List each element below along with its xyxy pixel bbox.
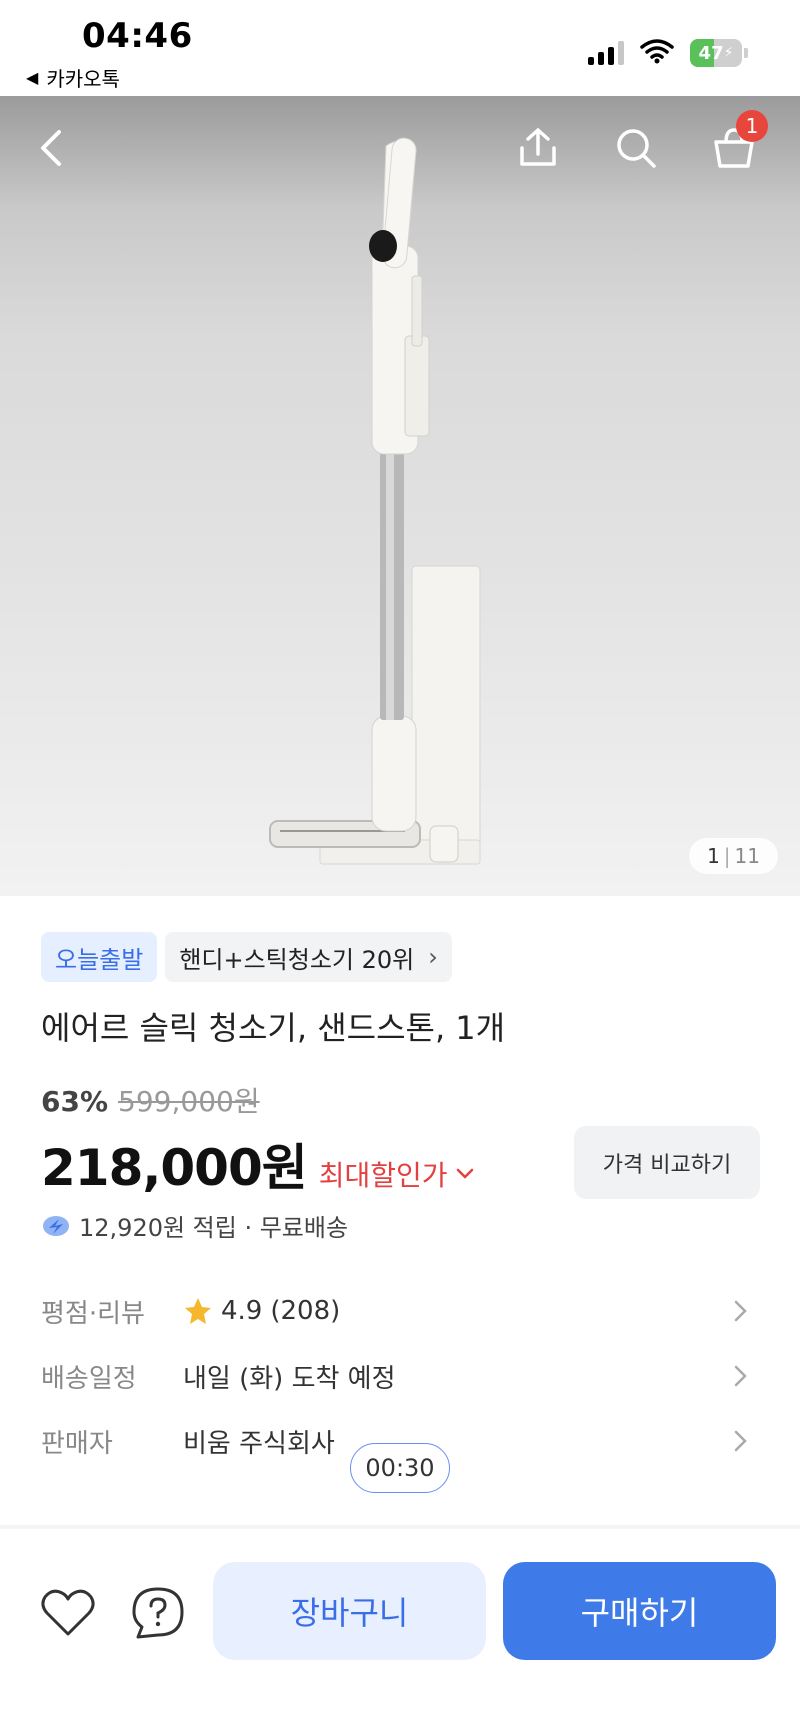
- share-button[interactable]: [510, 120, 566, 176]
- shipping-label: 배송일정: [41, 1363, 137, 1394]
- chevron-right-icon: ›: [428, 943, 438, 971]
- search-button[interactable]: [608, 120, 664, 176]
- question-bubble-icon: [132, 1587, 184, 1639]
- category-rank-label: 핸디+스틱청소기 20위: [179, 945, 415, 974]
- price-row: 218,000원 최대할인가: [41, 1128, 474, 1200]
- inquiry-button[interactable]: [130, 1585, 186, 1641]
- rating-review-row[interactable]: 평점·리뷰 4.9 (208): [41, 1286, 761, 1336]
- image-index: 1: [707, 844, 720, 868]
- product-image-carousel[interactable]: 1 1 | 11: [0, 96, 800, 896]
- price-compare-button[interactable]: 가격 비교하기: [574, 1126, 760, 1199]
- cellular-signal-icon: [588, 41, 624, 65]
- discount-percent: 63%: [41, 1085, 109, 1118]
- heart-icon: [41, 1589, 95, 1636]
- chevron-down-icon: [456, 1168, 473, 1179]
- back-button[interactable]: [24, 120, 80, 176]
- chevron-left-icon: [41, 130, 61, 166]
- image-total: 11: [734, 844, 760, 868]
- chevron-right-icon: [734, 1365, 747, 1387]
- back-app-label: 카카오톡: [46, 67, 120, 91]
- search-icon: [617, 129, 656, 168]
- add-to-cart-button[interactable]: 장바구니: [213, 1562, 486, 1660]
- countdown-timer: 00:30: [350, 1443, 450, 1493]
- image-counter: 1 | 11: [689, 838, 778, 874]
- product-image: [269, 137, 481, 865]
- original-price: 599,000원: [118, 1085, 260, 1118]
- cart-count-badge: 1: [736, 110, 768, 142]
- shipping-value: 내일 (화) 도착 예정: [183, 1363, 396, 1394]
- seller-value: 비움 주식회사: [183, 1428, 335, 1459]
- battery-icon: 47 ⚡: [690, 39, 748, 67]
- wifi-icon: [640, 38, 674, 68]
- points-row: 12,920원 적립 · 무료배송: [41, 1208, 348, 1243]
- shipping-schedule-row[interactable]: 배송일정 내일 (화) 도착 예정: [41, 1351, 761, 1401]
- rating-value: 4.9: [221, 1296, 263, 1326]
- category-rank-tag[interactable]: 핸디+스틱청소기 20위 ›: [165, 932, 452, 982]
- status-time: 04:46: [82, 16, 193, 56]
- buy-now-button[interactable]: 구매하기: [503, 1562, 776, 1660]
- divider: [0, 1525, 800, 1529]
- chevron-right-icon: [734, 1300, 747, 1322]
- star-icon: [185, 1298, 211, 1324]
- sale-price: 218,000원: [41, 1139, 308, 1197]
- max-discount-label: 최대할인가: [318, 1159, 448, 1192]
- discount-row: 63% 599,000원: [41, 1080, 260, 1120]
- points-text: 12,920원 적립 · 무료배송: [79, 1214, 349, 1242]
- status-bar: 04:46 ◀ 카카오톡 47 ⚡: [0, 0, 800, 96]
- product-tags: 오늘출발 핸디+스틱청소기 20위 ›: [41, 932, 452, 982]
- wishlist-button[interactable]: [40, 1585, 96, 1641]
- max-discount-toggle[interactable]: 최대할인가: [319, 1154, 474, 1194]
- today-shipping-label: 오늘출발: [55, 945, 144, 974]
- chevron-right-icon: [734, 1430, 747, 1452]
- product-title: 에어르 슬릭 청소기, 샌드스톤, 1개: [41, 1009, 506, 1047]
- back-triangle-icon: ◀: [26, 68, 39, 87]
- points-coin-icon: [43, 1215, 69, 1236]
- seller-label: 판매자: [41, 1428, 113, 1459]
- share-icon: [520, 128, 556, 166]
- status-indicators: 47 ⚡: [588, 38, 748, 68]
- rating-label: 평점·리뷰: [41, 1298, 145, 1329]
- today-shipping-tag: 오늘출발: [41, 932, 158, 982]
- back-to-app-link[interactable]: ◀ 카카오톡: [26, 63, 120, 92]
- cart-button[interactable]: 1: [706, 110, 768, 176]
- review-count: (208): [270, 1296, 341, 1326]
- battery-level: 47: [698, 42, 724, 64]
